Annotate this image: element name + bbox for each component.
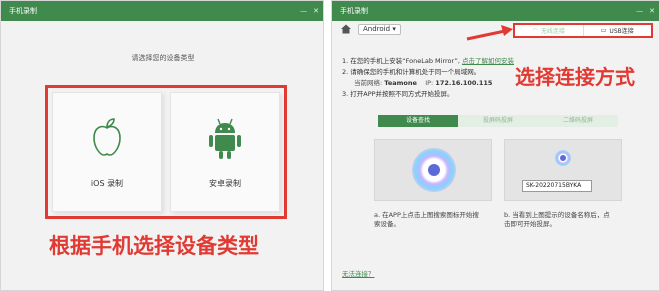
method-tabs: 设备查找 投屏码投屏 二维码投屏 xyxy=(378,115,618,127)
instructions: 1. 在您的手机上安装“FoneLab Mirror”, 点击了解如何安装 2.… xyxy=(342,56,656,100)
step-1: 1. 在您的手机上安装“FoneLab Mirror”, 点击了解如何安装 xyxy=(342,56,656,67)
device-type-callout: 根据手机选择设备类型 xyxy=(49,234,259,258)
connection-type-tabs: ◠ 无线连接 ▭ USB连接 xyxy=(513,23,653,38)
network-info: 当前网络: Teamone IP: 172.16.100.115 xyxy=(342,78,656,89)
usb-connect-tab[interactable]: ▭ USB连接 xyxy=(582,25,652,36)
ios-record-label: iOS 录制 xyxy=(90,179,124,188)
android-record-card[interactable]: 安卓录制 xyxy=(170,92,280,212)
ip-label: IP: xyxy=(425,79,434,87)
network-label: 当前网络: xyxy=(354,79,383,87)
step-1-text: 1. 在您的手机上安装“FoneLab Mirror”, xyxy=(342,57,460,65)
android-icon xyxy=(209,118,241,159)
network-name: Teamone xyxy=(384,79,417,87)
device-entry[interactable]: SK-20220715BYKA xyxy=(522,180,592,192)
tab-device-search[interactable]: 设备查找 xyxy=(378,115,458,127)
tab-pin-cast[interactable]: 投屏码投屏 xyxy=(458,115,538,127)
window-controls: — ✕ xyxy=(300,1,319,21)
window-title: 手机录制 xyxy=(340,7,368,15)
ip-value: 172.16.100.115 xyxy=(435,79,493,87)
arrow-icon xyxy=(466,25,513,41)
note-cast: b. 当看到上图提示的设备名称后，点击即可开始投屏。 xyxy=(504,211,610,228)
search-icon xyxy=(428,164,440,176)
device-type-window: 手机录制 — ✕ 请选择您的设备类型 iOS 录制 安卓录制 根据手机选择设备类… xyxy=(0,0,324,291)
usb-connect-label: USB连接 xyxy=(609,28,634,35)
os-select-value: Android xyxy=(363,24,391,33)
connection-window: 手机录制 — ✕ Android ▾ ◠ 无线连接 ▭ USB连接 选择连接方式… xyxy=(331,0,660,291)
device-type-options: iOS 录制 安卓录制 xyxy=(45,85,287,219)
left-titlebar: 手机录制 — ✕ xyxy=(1,1,323,21)
wifi-connect-tab[interactable]: ◠ 无线连接 xyxy=(515,25,583,36)
usb-icon: ▭ xyxy=(600,27,607,34)
search-illustration xyxy=(374,139,492,201)
device-name: SK-20220715BYKA xyxy=(526,182,582,189)
apple-icon xyxy=(93,118,121,156)
wifi-icon: ◠ xyxy=(532,27,538,34)
cannot-connect-link[interactable]: 无法连接？ xyxy=(342,268,375,278)
ios-record-card[interactable]: iOS 录制 xyxy=(52,92,162,212)
chevron-down-icon: ▾ xyxy=(392,24,396,33)
close-icon[interactable]: ✕ xyxy=(313,1,319,21)
install-guide-link[interactable]: 点击了解如何安装 xyxy=(462,57,514,65)
tab-qr-cast[interactable]: 二维码投屏 xyxy=(538,115,618,127)
os-select[interactable]: Android ▾ xyxy=(358,23,401,35)
device-found-illustration: SK-20220715BYKA xyxy=(504,139,622,201)
minimize-icon[interactable]: — xyxy=(636,1,643,21)
android-record-label: 安卓录制 xyxy=(209,179,241,188)
device-type-prompt: 请选择您的设备类型 xyxy=(131,54,195,62)
step-3: 3. 打开APP并按照不同方式开始投屏。 xyxy=(342,90,454,98)
step-2: 2. 请确保您的手机和计算机处于同一个局域网。 xyxy=(342,68,481,76)
right-titlebar: 手机录制 — ✕ xyxy=(332,1,659,21)
wifi-connect-label: 无线连接 xyxy=(540,28,565,35)
close-icon[interactable]: ✕ xyxy=(649,1,655,21)
minimize-icon[interactable]: — xyxy=(300,1,307,21)
home-icon[interactable] xyxy=(340,23,352,35)
search-icon xyxy=(560,155,566,161)
note-search: a. 在APP上点击上图搜索图标开始搜索设备。 xyxy=(374,211,479,228)
window-controls: — ✕ xyxy=(636,1,655,21)
window-title: 手机录制 xyxy=(9,7,37,15)
